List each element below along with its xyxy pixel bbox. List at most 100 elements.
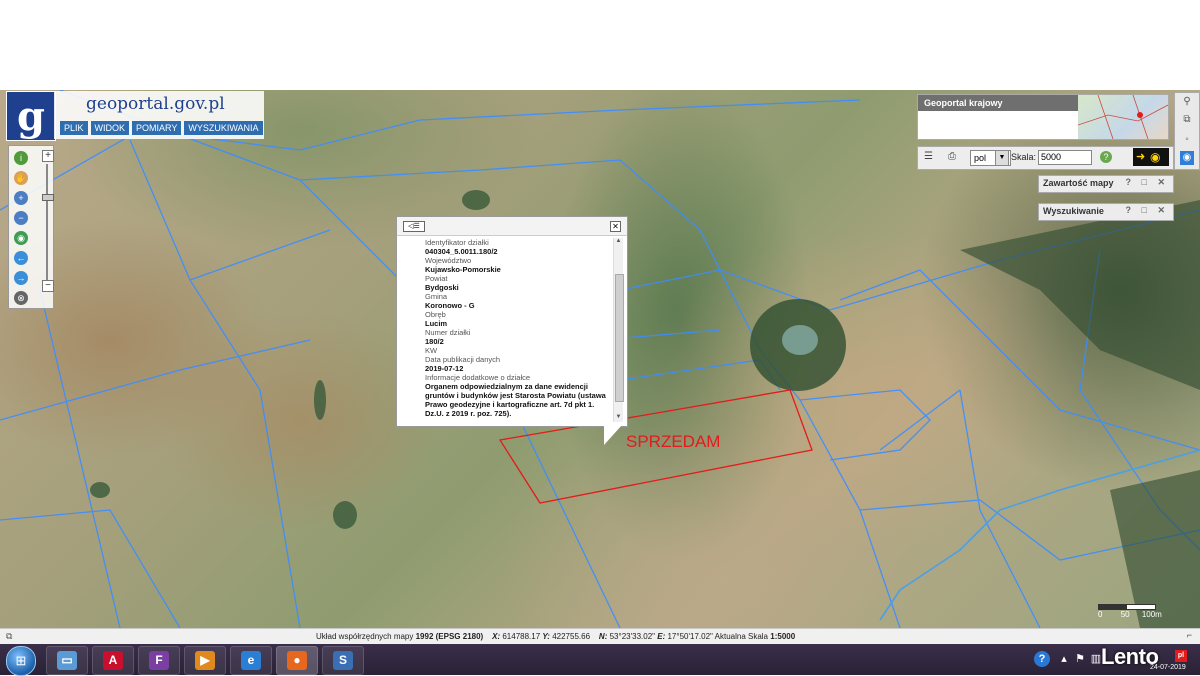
e-value: 17°50'17.02" <box>667 632 713 641</box>
scale-label-100: 100m <box>1141 610 1162 619</box>
menu-wyszukiwania[interactable]: WYSZUKIWANIA <box>184 121 263 135</box>
start-button[interactable]: ⊞ <box>6 646 36 676</box>
field-value: 180/2 <box>425 337 444 346</box>
crs-value: 1992 (EPSG 2180) <box>415 632 484 641</box>
logo-letter: g <box>17 92 45 140</box>
clear-icon[interactable]: ⊗ <box>14 291 28 305</box>
help-tray-icon[interactable]: ? <box>1034 651 1050 667</box>
field-value: Koronowo - G <box>425 301 475 310</box>
field-label: Identyfikator działki <box>425 238 489 247</box>
visibility-eye-icon[interactable]: ◉ <box>1150 150 1160 164</box>
popup-scrollbar[interactable]: ▲ ▼ <box>613 238 624 422</box>
field-label: Gmina <box>425 292 448 301</box>
forward-arrow-icon[interactable]: → <box>14 271 28 285</box>
taskbar-app-active[interactable]: ● <box>276 646 318 675</box>
scale-bar-half <box>1099 605 1127 609</box>
collapse-icon[interactable]: ⌐ <box>1187 630 1192 640</box>
scale-labels: 0 50 100m <box>1098 610 1168 619</box>
zoom-minus-button[interactable]: − <box>42 280 54 292</box>
zoom-track-line <box>46 164 48 282</box>
scale-toolbar: ☰ ⎙ pol ▼ Skala: 5000 ? ➜ ◉ <box>917 146 1174 170</box>
main-menu: PLIK WIDOK POMIARY WYSZUKIWANIA <box>60 121 263 135</box>
go-arrow-icon[interactable]: ➜ <box>1136 150 1145 163</box>
print-icon[interactable]: ⎙ <box>948 151 960 163</box>
x-value: 614788.17 <box>502 632 541 641</box>
scroll-down-icon[interactable]: ▼ <box>614 414 623 422</box>
taskbar-app[interactable]: e <box>230 646 272 675</box>
current-scale-value: 1:5000 <box>770 632 796 641</box>
taskbar-app[interactable]: ▭ <box>46 646 88 675</box>
list-back-icon[interactable]: ◁☰ <box>403 221 425 232</box>
zoom-plus-button[interactable]: + <box>42 150 54 162</box>
map-content-panel[interactable]: Zawartość mapy ? □ ✕ <box>1038 175 1174 193</box>
crs-label: Układ współrzędnych mapy <box>316 632 414 641</box>
coordinates-readout: Układ współrzędnych mapy 1992 (EPSG 2180… <box>316 632 795 641</box>
scale-input[interactable]: 5000 <box>1038 150 1092 165</box>
popup-pointer <box>604 425 622 445</box>
overview-map-panel[interactable]: Geoportal krajowy <box>917 94 1169 140</box>
scale-label: Skala: <box>1011 152 1037 162</box>
scale-label-50: 50 <box>1120 610 1130 619</box>
scroll-up-icon[interactable]: ▲ <box>614 238 623 246</box>
popup-content: Identyfikator działki 040304_5.0011.180/… <box>425 238 611 424</box>
scroll-thumb[interactable] <box>615 274 624 402</box>
taskbar-app[interactable]: ▶ <box>184 646 226 675</box>
internet-explorer-icon: e <box>241 651 261 670</box>
panel-controls[interactable]: ? □ ✕ <box>1126 205 1169 216</box>
media-player-icon: ▶ <box>195 651 215 670</box>
map-scale-graphic: 0 50 100m <box>1098 604 1162 622</box>
geoportal-logo: g <box>6 91 56 141</box>
dot-icon[interactable]: ◦ <box>1180 133 1194 147</box>
field-label: Informacje dodatkowe o działce <box>425 373 531 382</box>
panel-controls[interactable]: ? □ ✕ <box>1126 177 1169 188</box>
parcel-info-popup: ◁☰ ✕ Identyfikator działki 040304_5.0011… <box>396 216 628 427</box>
layers-icon[interactable]: ⧉ <box>1180 113 1194 127</box>
current-scale-label: Aktualna Skala <box>714 632 769 641</box>
lento-watermark-suffix: pl <box>1175 650 1187 662</box>
menu-plik[interactable]: PLIK <box>60 121 88 135</box>
zoom-in-icon[interactable]: + <box>14 191 28 205</box>
map-tools: i ✋ + − ◉ ← → ⊗ + − <box>8 145 54 309</box>
field-value: Organem odpowiedzialnym za dane ewidencj… <box>425 382 606 418</box>
eye-icon[interactable]: ◉ <box>1180 151 1194 165</box>
scale-label-0: 0 <box>1098 610 1103 619</box>
field-label: KW <box>425 346 438 355</box>
legend-icon[interactable]: ☰ <box>924 151 936 163</box>
field-label: Powiat <box>425 274 448 283</box>
resize-icon[interactable]: ⧉ <box>6 631 12 642</box>
search-panel[interactable]: Wyszukiwanie ? □ ✕ <box>1038 203 1174 221</box>
e-label: E: <box>657 632 666 641</box>
view-actions: ➜ ◉ <box>1133 148 1169 166</box>
menu-pomiary[interactable]: POMIARY <box>132 121 182 135</box>
back-arrow-icon[interactable]: ← <box>14 251 28 265</box>
y-value: 422755.66 <box>552 632 591 641</box>
menu-widok[interactable]: WIDOK <box>90 121 130 135</box>
status-bar: ⧉ ⌐ Układ współrzędnych mapy 1992 (EPSG … <box>0 628 1200 645</box>
firefox-icon: ● <box>287 651 307 670</box>
zoom-out-icon[interactable]: − <box>14 211 28 225</box>
field-value: Bydgoski <box>425 283 459 292</box>
field-value: Kujawsko-Pomorskie <box>425 265 501 274</box>
panel-title: Zawartość mapy <box>1043 178 1114 188</box>
close-icon[interactable]: ✕ <box>610 221 621 232</box>
app-s-icon: S <box>333 651 353 670</box>
link-icon[interactable]: ⚲ <box>1180 95 1194 109</box>
windows-logo-icon: ⊞ <box>15 653 27 668</box>
globe-icon[interactable]: ◉ <box>14 231 28 245</box>
taskbar-app[interactable]: S <box>322 646 364 675</box>
clock-date: 24-07-2019 <box>1150 664 1186 671</box>
popup-header: ◁☰ ✕ <box>397 217 627 236</box>
info-icon[interactable]: i <box>14 151 28 165</box>
n-label: N: <box>598 632 608 641</box>
help-icon[interactable]: ? <box>1100 151 1112 163</box>
zoom-slider[interactable]: + − <box>42 150 54 298</box>
pan-hand-icon[interactable]: ✋ <box>14 171 28 185</box>
chevron-up-icon[interactable]: ▴ <box>1056 651 1072 667</box>
chevron-down-icon[interactable]: ▼ <box>995 150 1009 166</box>
overview-minimap[interactable] <box>1077 94 1169 140</box>
taskbar-app[interactable]: F <box>138 646 180 675</box>
taskbar-app[interactable]: A <box>92 646 134 675</box>
side-icon-column: ⚲ ⧉ ◦ ◉ <box>1174 92 1200 170</box>
zoom-knob[interactable] <box>42 194 54 201</box>
flag-icon[interactable]: ⚑ <box>1072 651 1088 667</box>
